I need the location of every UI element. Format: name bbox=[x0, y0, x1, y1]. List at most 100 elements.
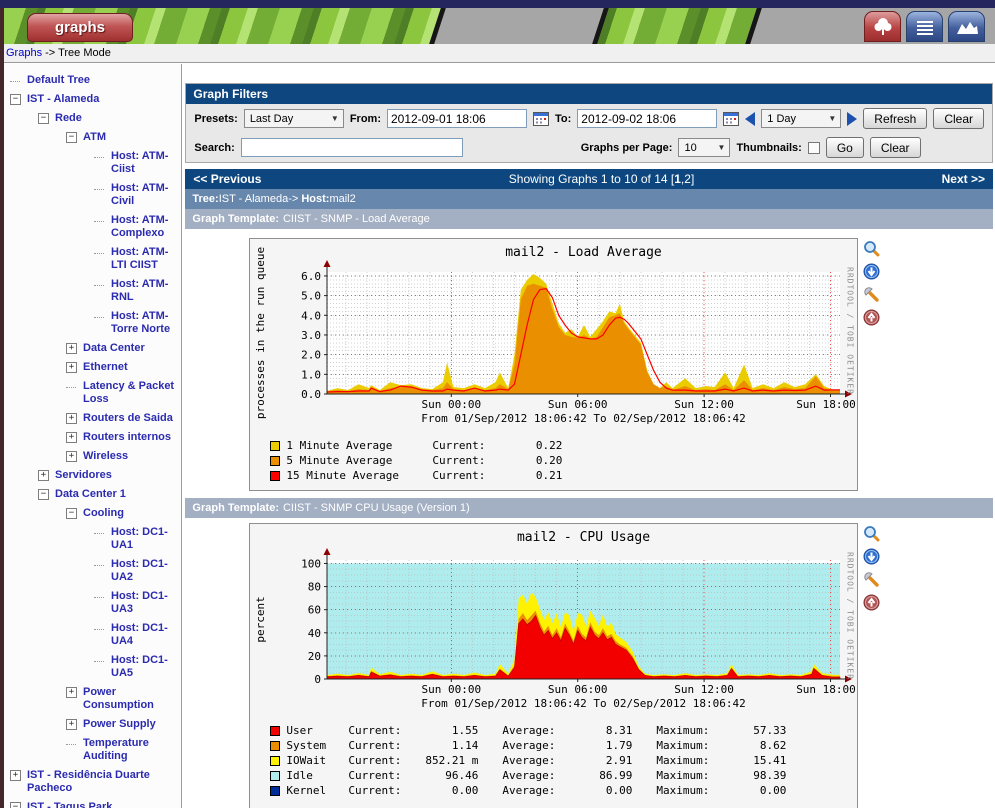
tree-item-ist-resid-ncia-duarte-pacheco[interactable]: + IST - Residência Duarte Pacheco bbox=[8, 766, 177, 798]
next-link[interactable]: Next >> bbox=[942, 172, 985, 186]
tree-connector bbox=[10, 81, 20, 82]
collapse-icon[interactable]: − bbox=[66, 508, 77, 519]
collapse-icon[interactable]: − bbox=[38, 113, 49, 124]
tree-item-cooling[interactable]: − Cooling bbox=[8, 504, 177, 523]
tree-item-host-dc1-ua1[interactable]: Host: DC1-UA1 bbox=[8, 523, 177, 555]
graph-source-icon[interactable] bbox=[863, 286, 880, 303]
tree-item-rede[interactable]: − Rede bbox=[8, 109, 177, 128]
tree-host-bar: Tree: IST - Alameda -> Host: mail2 bbox=[185, 189, 993, 209]
to-calendar-icon[interactable] bbox=[723, 111, 740, 126]
zoom-graph-icon[interactable] bbox=[863, 525, 880, 542]
shift-time-back-icon[interactable] bbox=[745, 111, 756, 126]
list-view-tab[interactable] bbox=[906, 11, 943, 42]
cpu-usage-graph[interactable]: 0 20 40 60 80 100 Sun 00:00 Sun 06:00 Sun 12:00 S… bbox=[249, 523, 859, 808]
tree-item-ethernet[interactable]: + Ethernet bbox=[8, 358, 177, 377]
collapse-icon[interactable]: − bbox=[66, 132, 77, 143]
legend-row-idle: Idle Current: 96.46 Average: 86.99 Maximum: 98… bbox=[270, 768, 857, 783]
expand-icon[interactable]: + bbox=[66, 687, 77, 698]
tree-item-servidores[interactable]: + Servidores bbox=[8, 466, 177, 485]
tree-item-host-atm-ciist[interactable]: Host: ATM-Ciist bbox=[8, 147, 177, 179]
svg-text:1.0: 1.0 bbox=[302, 368, 322, 381]
tree-item-host-dc1-ua4[interactable]: Host: DC1-UA4 bbox=[8, 619, 177, 651]
tree-item-host-atm-complexo[interactable]: Host: ATM-Complexo bbox=[8, 211, 177, 243]
to-date-input[interactable] bbox=[577, 109, 718, 128]
expand-icon[interactable]: + bbox=[66, 362, 77, 373]
expand-icon[interactable]: + bbox=[66, 432, 77, 443]
legend-stat-value: 86.99 bbox=[599, 769, 633, 782]
tree-item-atm[interactable]: − ATM bbox=[8, 128, 177, 147]
tree-item-wireless[interactable]: + Wireless bbox=[8, 447, 177, 466]
expand-icon[interactable]: + bbox=[38, 470, 49, 481]
tree-item-host-atm-civil[interactable]: Host: ATM-Civil bbox=[8, 179, 177, 211]
go-button[interactable]: Go bbox=[825, 137, 864, 158]
search-input[interactable] bbox=[240, 138, 463, 157]
tree-item-host-atm-torre-norte[interactable]: Host: ATM-Torre Norte bbox=[8, 307, 177, 339]
presets-select[interactable]: Last Day bbox=[243, 109, 344, 128]
expand-icon[interactable]: + bbox=[66, 413, 77, 424]
thumbnails-checkbox[interactable] bbox=[807, 141, 820, 154]
collapse-icon[interactable]: − bbox=[10, 802, 21, 808]
tree-item-power-consumption[interactable]: + Power Consumption bbox=[8, 683, 177, 715]
graph-source-icon[interactable] bbox=[863, 571, 880, 588]
tree-item-host-atm-rnl[interactable]: Host: ATM-RNL bbox=[8, 275, 177, 307]
legend-row-5-minute-average: 5 Minute Average Current: 0.20 bbox=[270, 453, 857, 468]
collapse-icon[interactable]: − bbox=[38, 489, 49, 500]
refresh-button[interactable]: Refresh bbox=[863, 108, 928, 129]
tree-item-routers-internos[interactable]: + Routers internos bbox=[8, 428, 177, 447]
tree-item-ist-tagus-park[interactable]: − IST - Tagus Park bbox=[8, 798, 177, 808]
legend-stat-value: 8.62 bbox=[759, 739, 787, 752]
tree-item-host-dc1-ua3[interactable]: Host: DC1-UA3 bbox=[8, 587, 177, 619]
tree-connector bbox=[94, 253, 104, 254]
tree-item-ist-alameda[interactable]: − IST - Alameda bbox=[8, 90, 177, 109]
per-page-select[interactable]: 10 bbox=[678, 138, 731, 157]
expand-icon[interactable]: + bbox=[66, 343, 77, 354]
svg-text:processes in the run queue: processes in the run queue bbox=[254, 247, 267, 419]
collapse-icon[interactable]: − bbox=[10, 94, 21, 105]
tree-item-power-supply[interactable]: + Power Supply bbox=[8, 715, 177, 734]
page-top-icon[interactable] bbox=[863, 594, 880, 611]
tree-item-host-dc1-ua2[interactable]: Host: DC1-UA2 bbox=[8, 555, 177, 587]
tree-view-tab[interactable] bbox=[864, 11, 901, 42]
preview-view-tab[interactable] bbox=[948, 11, 985, 42]
tree-item-routers-de-saida[interactable]: + Routers de Saida bbox=[8, 409, 177, 428]
clear-search-button[interactable]: Clear bbox=[869, 137, 921, 158]
tree-item-host-atm-lti-ciist[interactable]: Host: ATM-LTI CIIST bbox=[8, 243, 177, 275]
graph-filters-panel: Graph Filters Presets: Last Day From: To… bbox=[185, 83, 993, 163]
graphs-tab[interactable]: graphs bbox=[27, 13, 133, 42]
load-average-graph[interactable]: 0.0 1.0 2.0 3.0 4.0 5.0 6.0 Sun 00:00 Sun 06:00 S… bbox=[249, 238, 859, 491]
pager-status: Showing Graphs 1 to 10 of 14 [1,2] bbox=[261, 172, 941, 186]
csv-export-icon[interactable] bbox=[863, 263, 880, 280]
tree-item-label: Power Supply bbox=[83, 718, 156, 730]
page-top-icon[interactable] bbox=[863, 309, 880, 326]
pager-current-page: 1 bbox=[674, 172, 681, 186]
zoom-graph-icon[interactable] bbox=[863, 240, 880, 257]
legend-swatch bbox=[270, 470, 281, 481]
expand-icon[interactable]: + bbox=[10, 770, 21, 781]
breadcrumb-graphs-link[interactable]: Graphs bbox=[6, 47, 42, 59]
svg-text:3.0: 3.0 bbox=[302, 329, 322, 342]
tree-item-host-dc1-ua5[interactable]: Host: DC1-UA5 bbox=[8, 651, 177, 683]
previous-link[interactable]: << Previous bbox=[193, 172, 261, 186]
clear-button[interactable]: Clear bbox=[933, 108, 984, 129]
tree-item-temperature-auditing[interactable]: Temperature Auditing bbox=[8, 734, 177, 766]
legend-stat-value: 0.00 bbox=[451, 784, 479, 797]
csv-export-icon[interactable] bbox=[863, 548, 880, 565]
tree-item-default-tree[interactable]: Default Tree bbox=[8, 71, 177, 90]
legend-series-name: Idle bbox=[286, 769, 313, 782]
shift-time-forward-icon[interactable] bbox=[847, 111, 858, 126]
timespan-select[interactable]: 1 Day bbox=[761, 109, 842, 128]
expand-icon[interactable]: + bbox=[66, 451, 77, 462]
tree-item-label: Host: DC1-UA3 bbox=[111, 590, 168, 615]
view-mode-tabs bbox=[864, 11, 985, 42]
expand-icon[interactable]: + bbox=[66, 719, 77, 730]
tree-item-latency-packet-loss[interactable]: Latency & Packet Loss bbox=[8, 377, 177, 409]
tree-item-label: Data Center 1 bbox=[55, 488, 126, 500]
legend-series-name: IOWait bbox=[286, 754, 327, 767]
pager-showing-text: Showing Graphs 1 to 10 of 14 [ bbox=[508, 172, 675, 186]
tree-connector bbox=[94, 317, 104, 318]
from-calendar-icon[interactable] bbox=[532, 111, 549, 126]
tree-item-data-center-1[interactable]: − Data Center 1 bbox=[8, 485, 177, 504]
from-date-input[interactable] bbox=[386, 109, 527, 128]
tree-item-data-center[interactable]: + Data Center bbox=[8, 339, 177, 358]
pager-page-2-link[interactable]: 2 bbox=[684, 172, 691, 186]
